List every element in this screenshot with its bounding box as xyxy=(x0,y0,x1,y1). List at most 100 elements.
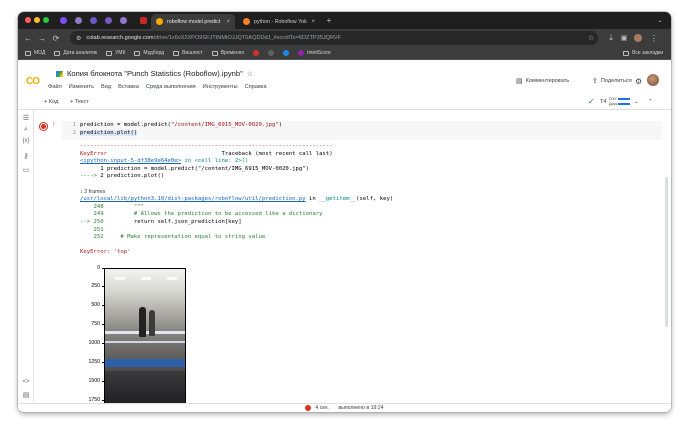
code-snippets-icon[interactable]: <> xyxy=(21,379,31,385)
settings-gear-icon[interactable]: ⚙ xyxy=(635,77,642,86)
disk-label: Диск xyxy=(609,102,618,106)
forward-icon[interactable]: → xyxy=(36,32,48,44)
bookmark-star-icon[interactable]: ☆ xyxy=(585,32,597,44)
pinned-tab[interactable] xyxy=(58,15,69,26)
bookmark-item[interactable]: Мудборд xyxy=(134,50,164,56)
chevron-down-icon[interactable]: ⌄ xyxy=(634,99,639,105)
bookmark-item[interactable] xyxy=(268,50,275,56)
y-tick-label: 0 xyxy=(97,265,100,271)
menu-tools[interactable]: Инструменты xyxy=(203,84,238,90)
bookmark-item[interactable]: МОД xyxy=(25,50,45,56)
pinned-tab[interactable] xyxy=(138,15,149,26)
code-string: "/content/IMG_6915_MOV-0020.jpg" xyxy=(170,122,279,128)
site-info-icon[interactable]: ⚙ xyxy=(76,35,81,42)
close-tab-icon[interactable]: × xyxy=(311,19,315,25)
bookmark-label: Дата аналитик xyxy=(63,50,98,56)
traceback-header: Traceback (most recent call last) xyxy=(221,150,333,157)
traceback-args: (self, key) xyxy=(356,196,394,203)
run-cell-error-button[interactable] xyxy=(39,122,48,131)
pinned-tab[interactable] xyxy=(103,15,114,26)
traceback-context-line: 249 # Allows the prediction to be access… xyxy=(80,211,323,218)
code-editor[interactable]: 1 prediction = model.predict("/content/IM… xyxy=(62,121,662,140)
add-text-button[interactable]: + Текст xyxy=(70,99,89,105)
pinned-tab[interactable] xyxy=(118,15,129,26)
menu-edit[interactable]: Изменить xyxy=(69,84,94,90)
minimize-window-button[interactable] xyxy=(34,17,40,23)
maximize-window-button[interactable] xyxy=(43,17,49,23)
menu-runtime[interactable]: Среда выполнения xyxy=(146,84,196,90)
comments-label: Комментировать xyxy=(525,78,570,84)
download-icon[interactable]: ⤓ xyxy=(605,32,617,44)
notebook-title[interactable]: Копия блокнота "Punch Statistics (Robofl… xyxy=(67,69,243,78)
reload-icon[interactable]: ⟳ xyxy=(50,32,62,44)
close-window-button[interactable] xyxy=(25,17,31,23)
bookmark-item[interactable] xyxy=(253,50,260,56)
files-folder-icon[interactable]: ▭ xyxy=(21,166,31,174)
traceback-function: __getitem__ xyxy=(319,196,357,203)
y-tick-label: 1500 xyxy=(88,378,100,384)
browser-window: roboflow model.predict save × python - R… xyxy=(18,12,671,412)
back-icon[interactable]: ← xyxy=(22,32,34,44)
new-tab-icon[interactable]: + xyxy=(323,14,335,26)
cell-status-icon: ! xyxy=(53,122,55,128)
error-type: KeyError xyxy=(80,150,107,157)
menu-insert[interactable]: Вставка xyxy=(118,84,139,90)
secrets-key-icon[interactable]: ⚷ xyxy=(21,152,31,160)
output-scrollbar[interactable] xyxy=(665,177,668,327)
bookmarks-bar: МОД Дата аналитик УМК Мудборд Вишлист Вр… xyxy=(18,47,671,60)
url-host: colab.research.google.com xyxy=(86,35,154,41)
ram-disk-indicator[interactable]: ОЗУ Диск xyxy=(609,97,631,107)
site-favicon-icon xyxy=(253,50,260,56)
variables-icon[interactable]: {x} xyxy=(21,138,31,144)
tab-favicon-icon xyxy=(156,18,163,25)
site-favicon-icon xyxy=(298,50,305,56)
menu-help[interactable]: Справка xyxy=(245,84,267,90)
tab-stackoverflow[interactable]: python - Roboflow Yolo: how × xyxy=(238,14,320,29)
star-icon[interactable]: ☆ xyxy=(247,70,253,78)
browser-menu-icon[interactable]: ⋮ xyxy=(648,32,660,44)
tab-roboflow-predict[interactable]: roboflow model.predict save × xyxy=(151,14,235,29)
line-number: 1 xyxy=(72,122,76,128)
ring-apron xyxy=(105,359,185,367)
user-avatar[interactable] xyxy=(647,74,659,86)
comments-button[interactable]: ▤ Комментировать xyxy=(516,77,569,85)
url-input[interactable]: ⚙ colab.research.google.com/drive/1x6vX2… xyxy=(70,31,598,45)
bookmark-item[interactable]: Дата аналитик xyxy=(54,50,97,56)
colab-logo[interactable]: CO xyxy=(26,76,40,87)
pinned-tab[interactable] xyxy=(88,15,99,26)
toc-icon[interactable]: ☰ xyxy=(21,114,31,122)
add-code-button[interactable]: + Код xyxy=(44,99,58,105)
share-button[interactable]: ⇪ Поделиться xyxy=(592,77,632,85)
y-tick-label: 250 xyxy=(91,283,100,289)
source-file-link[interactable]: /usr/local/lib/python3.10/dist-packages/… xyxy=(80,196,306,202)
menu-file[interactable]: Файл xyxy=(48,84,62,90)
ceiling-light xyxy=(167,277,177,280)
expand-icon: ↕ xyxy=(80,188,83,195)
status-bar: 4 сек. выполнено в 19:24 xyxy=(18,403,671,412)
close-tab-icon[interactable]: × xyxy=(226,19,230,25)
boxer-figure xyxy=(139,307,146,337)
runtime-type[interactable]: T4 xyxy=(600,99,607,105)
bookmark-item[interactable]: Временно xyxy=(211,50,244,56)
traceback-location: in <cell line: 2>() xyxy=(181,158,249,165)
code-line: 2 prediction.plot() xyxy=(62,129,662,137)
bookmark-item[interactable]: УМК xyxy=(106,50,125,56)
tab-search-chevron-down-icon[interactable]: ⌄ xyxy=(654,14,666,26)
search-icon[interactable]: ⌕ xyxy=(21,126,31,134)
pinned-tab[interactable] xyxy=(73,15,84,26)
connected-check-icon: ✓ xyxy=(588,97,595,106)
url-path: /drive/1x6vX2XPO9SFJTtNMtOJJQT0AQDDdJ_#s… xyxy=(153,35,342,41)
ipython-input-link[interactable]: <ipython-input-5-df38e9e64e0e> xyxy=(80,158,181,164)
command-palette-icon[interactable]: ▤ xyxy=(21,391,31,399)
collapse-icon[interactable]: ⌃ xyxy=(648,99,653,105)
extension-icon[interactable]: ▣ xyxy=(618,32,630,44)
code-cell[interactable]: ! 1 prediction = model.predict("/content/… xyxy=(34,118,664,140)
profile-avatar-icon[interactable] xyxy=(632,32,644,44)
expand-frames-button[interactable]: ↕ 2 frames xyxy=(80,189,105,195)
folder-icon xyxy=(106,50,113,56)
bookmark-item[interactable]: InteliScore xyxy=(298,50,331,56)
all-bookmarks-button[interactable]: Все закладки xyxy=(623,50,663,56)
bookmark-item[interactable] xyxy=(283,50,290,56)
bookmark-item[interactable]: Вишлист xyxy=(173,50,203,56)
menu-view[interactable]: Вид xyxy=(101,84,111,90)
